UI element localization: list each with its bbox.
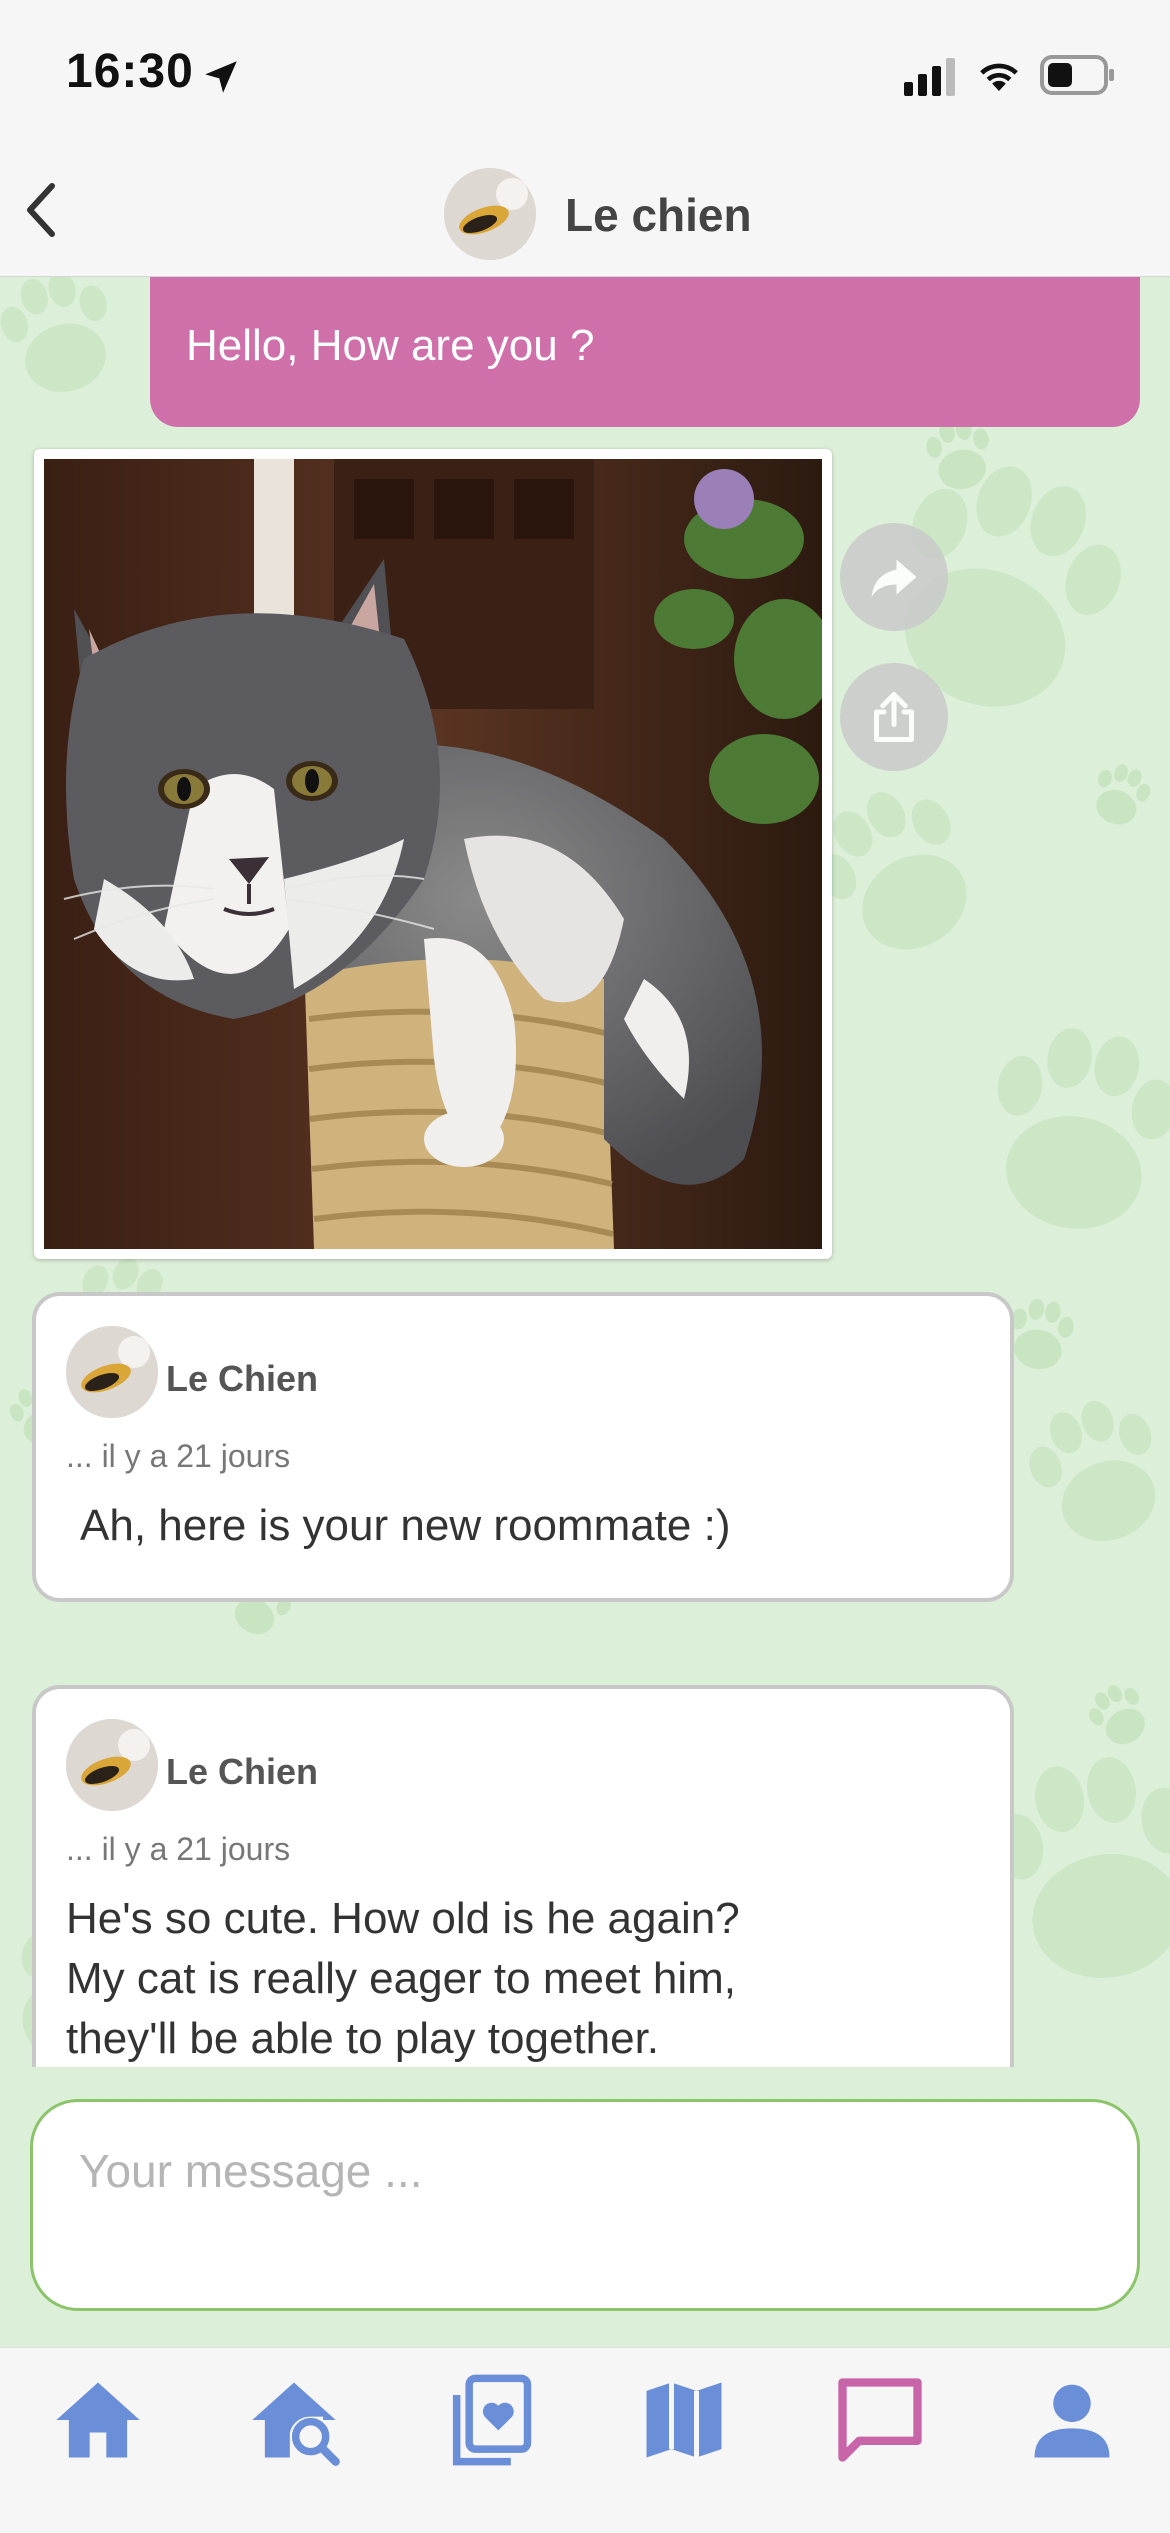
tab-search-home[interactable]	[244, 2370, 344, 2470]
message-composer	[0, 2067, 1170, 2347]
share-icon	[874, 692, 914, 742]
message-line: they'll be able to play together.	[66, 2014, 660, 2063]
author-avatar[interactable]	[66, 1719, 158, 1811]
wifi-icon	[980, 63, 1018, 91]
share-button[interactable]	[840, 663, 948, 771]
chat-message-list[interactable]: Hello, How are you ? Le Chien ... il y a…	[0, 277, 1170, 2067]
battery-icon	[1040, 55, 1114, 95]
message-text: Ah, here is your new roommate :)	[80, 1496, 980, 1556]
tab-map[interactable]	[634, 2370, 734, 2470]
home-icon	[56, 2382, 140, 2458]
author-name: Le Chien	[166, 1358, 319, 1399]
tab-home[interactable]	[48, 2370, 148, 2470]
sent-message-text: Hello, How are you ?	[186, 321, 595, 370]
message-line: He's so cute. How old is he again?	[66, 1894, 740, 1943]
forward-button[interactable]	[840, 523, 948, 631]
sent-message-bubble[interactable]: Hello, How are you ?	[150, 277, 1140, 427]
message-timestamp: ... il y a 21 jours	[66, 1438, 291, 1474]
tab-profile[interactable]	[1022, 2370, 1122, 2470]
received-message-card[interactable]: Le Chien ... il y a 21 jours Ah, here is…	[32, 1292, 1014, 1602]
photo-heart-icon	[452, 2374, 532, 2466]
back-chevron-icon[interactable]	[22, 180, 62, 240]
author-name: Le Chien	[166, 1751, 319, 1792]
message-line: Ah, here is your new roommate :)	[80, 1501, 731, 1550]
message-text: He's so cute. How old is he again? My ca…	[66, 1889, 966, 2067]
status-bar: 16:30	[0, 0, 1170, 150]
chat-icon	[838, 2378, 922, 2462]
message-timestamp: ... il y a 21 jours	[66, 1831, 291, 1867]
profile-icon	[1034, 2384, 1110, 2458]
contact-name: Le chien	[565, 189, 752, 241]
tab-messages[interactable]	[830, 2370, 930, 2470]
message-input[interactable]	[30, 2099, 1140, 2311]
received-message-card[interactable]: Le Chien ... il y a 21 jours He's so cut…	[32, 1685, 1014, 2067]
map-icon	[646, 2382, 722, 2458]
home-search-icon	[252, 2382, 340, 2466]
bottom-tab-bar	[0, 2347, 1170, 2533]
kitten-photo[interactable]	[44, 459, 822, 1249]
location-arrow-icon	[205, 61, 237, 93]
contact-avatar[interactable]	[444, 168, 536, 260]
chat-header: Le chien	[0, 150, 1170, 278]
author-avatar[interactable]	[66, 1326, 158, 1418]
tab-photos[interactable]	[440, 2370, 540, 2470]
message-line: My cat is really eager to meet him,	[66, 1954, 737, 2003]
forward-arrow-icon	[871, 559, 917, 597]
image-message[interactable]	[34, 449, 832, 1259]
cellular-signal-icon	[904, 58, 955, 96]
status-time: 16:30	[66, 45, 194, 98]
